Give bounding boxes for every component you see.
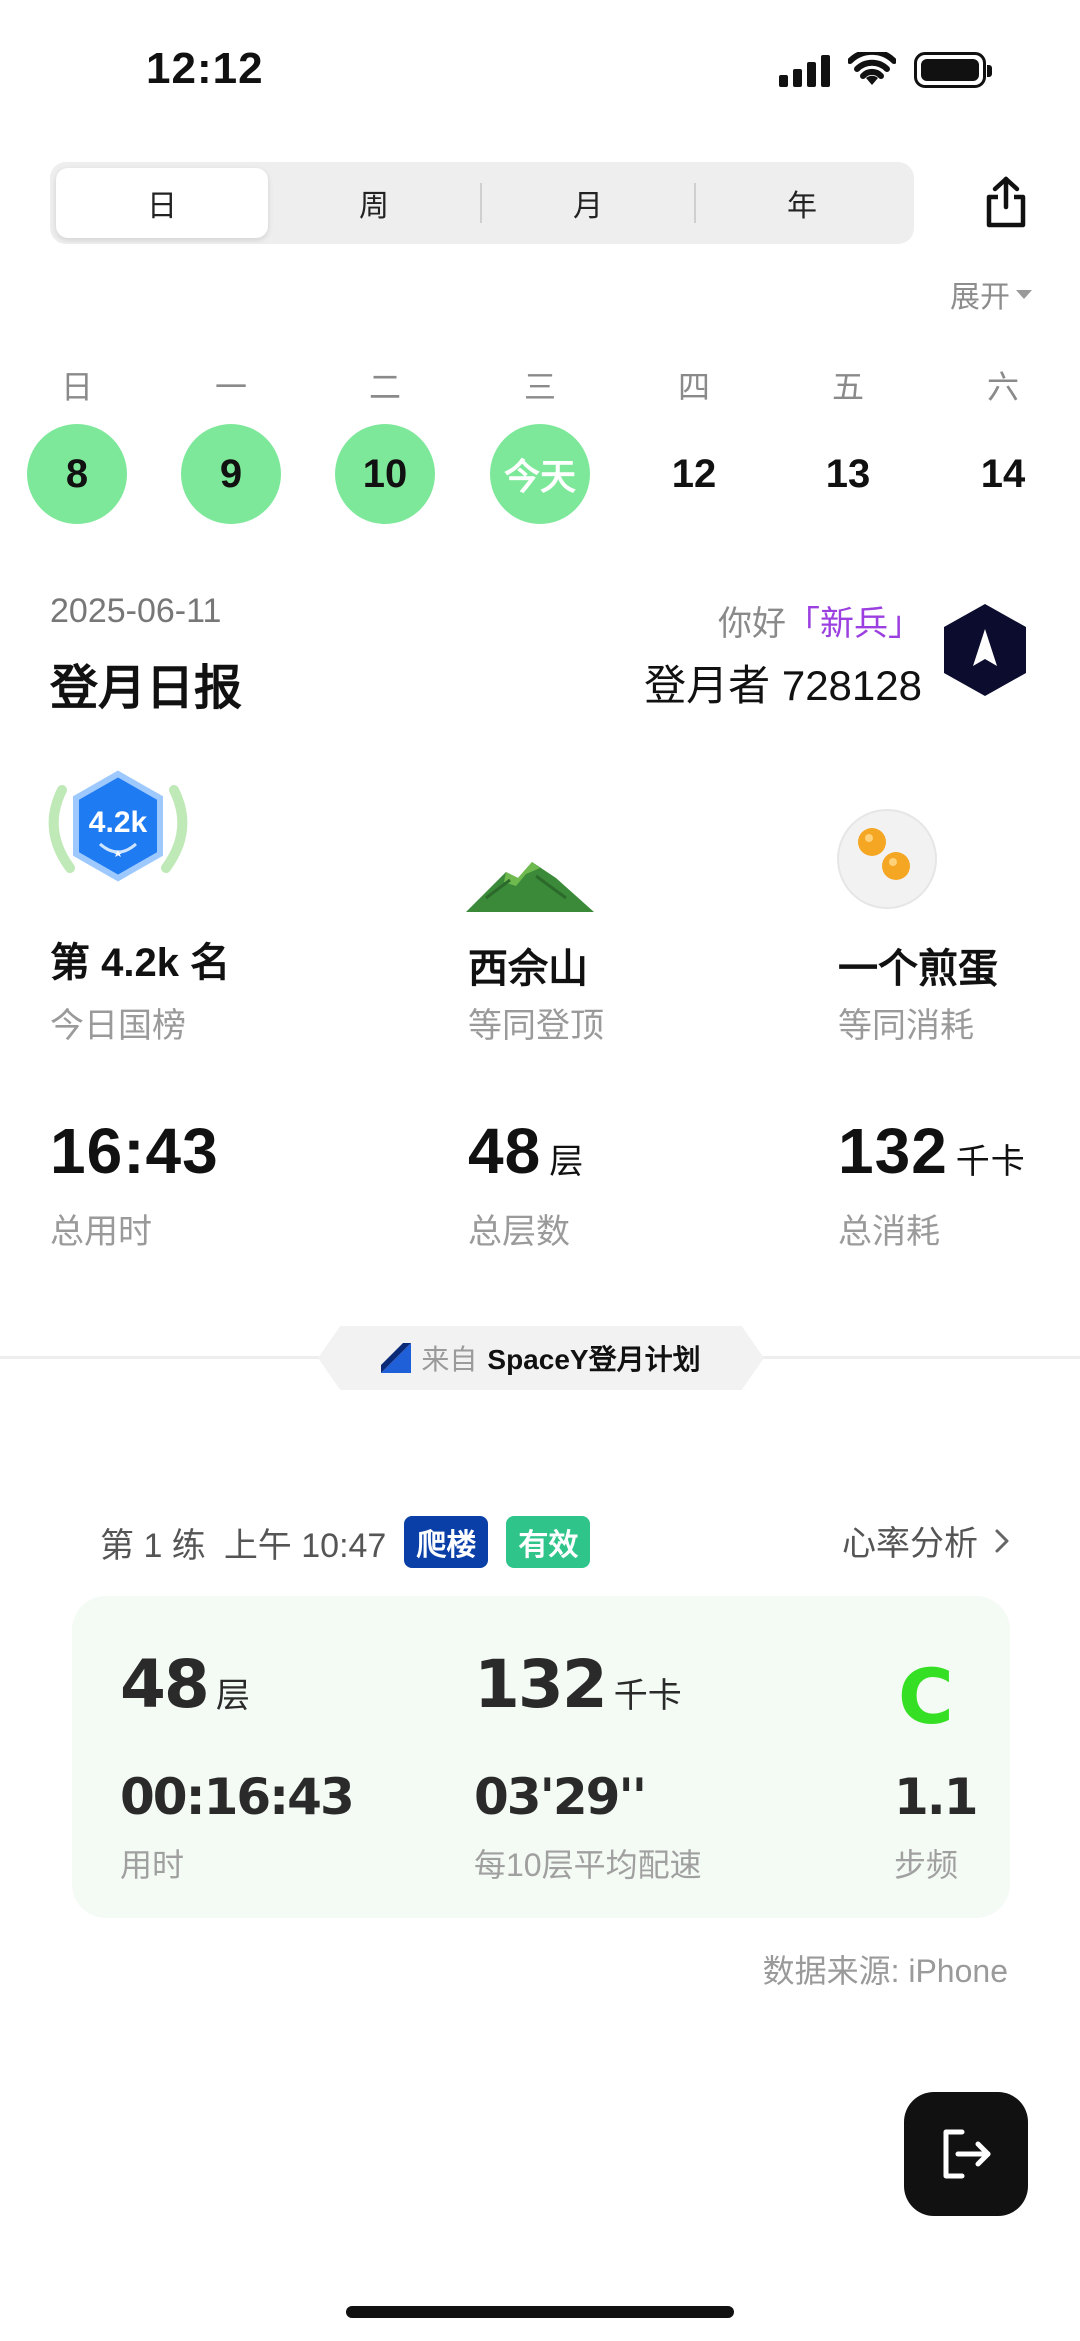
calendar-day-today[interactable]: 今天: [490, 424, 590, 524]
session-floors-value: 48: [120, 1646, 210, 1723]
cellular-signal-icon: [779, 53, 830, 87]
session-time: 上午 10:47: [223, 1526, 387, 1565]
exit-button[interactable]: [904, 2092, 1028, 2216]
session-duration: 00:16:43: [120, 1768, 355, 1826]
weekday-label: 五: [831, 369, 864, 405]
session-header: 第 1 练 上午 10:47 爬楼 有效: [100, 1516, 591, 1568]
total-floors-value: 48: [468, 1115, 542, 1187]
period-segmented-control: 日 周 月 年: [50, 162, 914, 244]
greeting: 你好「新兵」: [718, 596, 922, 645]
session-calories-value: 132: [474, 1646, 608, 1723]
session-pace-label: 每10层平均配速: [474, 1847, 702, 1883]
wifi-icon: [848, 52, 896, 85]
total-duration: 16:43: [50, 1114, 219, 1188]
fried-egg-icon: [837, 809, 937, 909]
total-calories-label: 总消耗: [838, 1213, 940, 1251]
expand-label: 展开: [950, 281, 1010, 314]
total-calories-unit: 千卡: [955, 1143, 1026, 1181]
heart-rate-analysis-label: 心率分析: [842, 1525, 978, 1563]
status-time: 12:12: [146, 44, 264, 93]
climber-id: 登月者 728128: [644, 652, 922, 713]
tab-week[interactable]: 周: [268, 168, 480, 238]
session-cadence-label: 步频: [894, 1847, 959, 1883]
rank-hexagon-icon[interactable]: [940, 602, 1030, 698]
weekday-label: 二: [368, 369, 401, 405]
session-index: 第 1 练: [100, 1526, 206, 1565]
status-icons: [779, 52, 992, 88]
calendar-day[interactable]: 14: [953, 424, 1053, 524]
total-duration-value: 16:43: [50, 1115, 219, 1187]
session-calories: 132 千卡: [474, 1646, 682, 1723]
share-button[interactable]: [976, 170, 1036, 234]
climber-label: 登月者: [644, 662, 771, 709]
climber-number: 728128: [781, 662, 922, 709]
session-duration-label: 用时: [120, 1847, 185, 1883]
calorie-equivalent-label: 等同消耗: [838, 1007, 974, 1045]
tab-year[interactable]: 年: [696, 168, 908, 238]
weekday-label: 六: [986, 369, 1019, 405]
exit-icon: [943, 2129, 991, 2179]
session-floors-unit: 层: [215, 1677, 250, 1715]
weekday-label: 四: [677, 369, 710, 405]
weekday-label: 三: [523, 369, 556, 405]
summit-equivalent-value: 西佘山: [468, 947, 588, 991]
tab-day[interactable]: 日: [56, 168, 268, 238]
badge-text: 4.2k: [89, 806, 148, 839]
greeting-prefix: 你好: [718, 605, 786, 643]
session-cadence: 1.1: [894, 1768, 979, 1826]
national-rank-badge-icon: 4.2k: [48, 770, 188, 882]
heart-rate-analysis-link[interactable]: 心率分析: [842, 1516, 1010, 1565]
national-rank-value: 第 4.2k 名: [50, 941, 231, 985]
total-floors-unit: 层: [549, 1143, 585, 1181]
spacey-logo-icon: [381, 1343, 412, 1373]
tag-climb: 爬楼: [404, 1516, 489, 1568]
source-from: 来自: [421, 1344, 478, 1375]
calendar-day[interactable]: 10: [335, 424, 435, 524]
caret-down-icon: [1016, 289, 1032, 299]
calendar-day[interactable]: 9: [181, 424, 281, 524]
summit-equivalent-label: 等同登顶: [468, 1007, 604, 1045]
data-source: 数据来源: iPhone: [762, 1953, 1008, 1989]
calendar-day[interactable]: 12: [644, 424, 744, 524]
tag-valid: 有效: [506, 1516, 591, 1568]
total-duration-label: 总用时: [50, 1213, 152, 1251]
chevron-right-icon: [995, 1529, 1009, 1552]
total-calories: 132 千卡: [838, 1114, 1026, 1188]
session-calories-unit: 千卡: [613, 1677, 682, 1715]
total-calories-value: 132: [838, 1115, 948, 1187]
calendar-day[interactable]: 8: [27, 424, 127, 524]
report-date: 2025-06-11: [50, 592, 222, 630]
session-floors: 48 层: [120, 1646, 250, 1723]
rank-name: 「新兵」: [786, 605, 922, 643]
national-rank-label: 今日国榜: [50, 1007, 186, 1045]
source-pill: 来自 SpaceY登月计划: [318, 1326, 764, 1390]
mountain-icon: [466, 862, 594, 912]
page-title: 登月日报: [50, 662, 243, 715]
calendar-day[interactable]: 13: [798, 424, 898, 524]
battery-icon: [914, 52, 992, 88]
session-grade: C: [898, 1652, 954, 1741]
source-brand: SpaceY登月计划: [487, 1344, 701, 1375]
weekday-label: 一: [214, 369, 247, 405]
expand-toggle[interactable]: 展开: [950, 272, 1032, 316]
share-icon: [986, 176, 1026, 228]
home-indicator: [346, 2306, 734, 2318]
calorie-equivalent-value: 一个煎蛋: [838, 947, 998, 991]
session-pace: 03'29'': [474, 1768, 647, 1826]
tab-month[interactable]: 月: [482, 168, 694, 238]
weekday-label: 日: [60, 369, 93, 405]
total-floors: 48 层: [468, 1114, 584, 1188]
total-floors-label: 总层数: [468, 1213, 570, 1251]
